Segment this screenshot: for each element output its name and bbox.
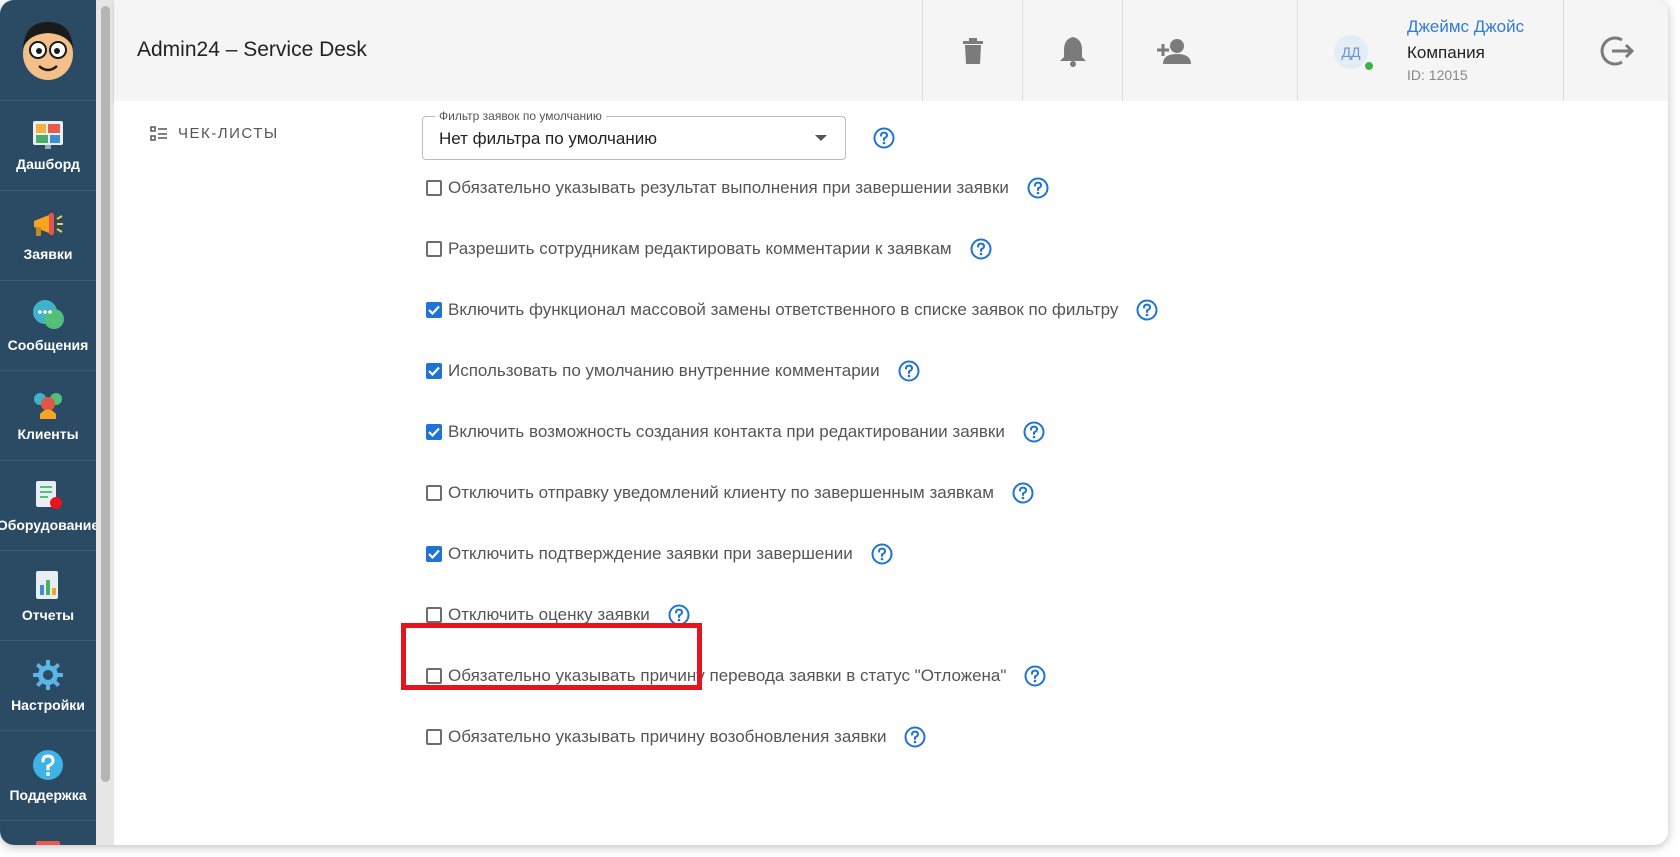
sidebar-item-dashboard[interactable]: Дашборд	[0, 101, 96, 191]
notifications-button[interactable]	[1022, 0, 1123, 101]
help-icon[interactable]	[1024, 665, 1046, 687]
option-label[interactable]: Отключить оценку заявки	[448, 605, 650, 625]
user-company: Компания	[1407, 43, 1485, 62]
option-label[interactable]: Разрешить сотрудникам редактировать комм…	[448, 239, 952, 259]
sidebar-item-label: Оборудование	[0, 516, 100, 533]
sidebar-item-label: Настройки	[11, 696, 85, 713]
sidebar-item-requests[interactable]: Заявки	[0, 191, 96, 281]
delete-button[interactable]	[922, 0, 1023, 101]
avatar-face-logo	[23, 22, 73, 80]
option-label[interactable]: Включить возможность создания контакта п…	[448, 422, 1005, 442]
option-checkbox[interactable]	[426, 302, 442, 318]
sidebar-item-label: Заявки	[23, 245, 73, 262]
add-user-button[interactable]	[1122, 0, 1223, 101]
user-id: ID: 12015	[1407, 67, 1468, 83]
book-icon	[36, 841, 60, 845]
option-row: Разрешить сотрудникам редактировать комм…	[426, 238, 992, 260]
help-icon[interactable]	[1027, 177, 1049, 199]
settings-content: ЧЕК-ЛИСТЫ Фильтр заявок по умолчанию Нет…	[114, 101, 1668, 845]
checklist-icon	[150, 125, 167, 141]
clients-icon	[34, 392, 62, 419]
option-row: Включить возможность создания контакта п…	[426, 421, 1045, 443]
equipment-icon	[36, 480, 62, 509]
report-icon	[36, 570, 58, 599]
option-checkbox[interactable]	[426, 241, 442, 257]
option-checkbox[interactable]	[426, 485, 442, 501]
help-icon[interactable]	[1012, 482, 1034, 504]
option-row: Обязательно указывать причину возобновле…	[426, 726, 926, 748]
top-header: Admin24 – Service Desk ДД Джеймс Джойс К…	[114, 0, 1668, 102]
option-row: Обязательно указывать результат выполнен…	[426, 177, 1049, 199]
scrollbar-thumb[interactable]	[101, 6, 110, 782]
sidebar-item-label: Дашборд	[16, 155, 80, 172]
option-label[interactable]: Использовать по умолчанию внутренние ком…	[448, 361, 880, 381]
sidebar-item-label: Отчеты	[21, 606, 75, 623]
help-icon[interactable]	[970, 238, 992, 260]
option-row: Включить функционал массовой замены отве…	[426, 299, 1158, 321]
sidebar-item-partial	[0, 821, 96, 845]
option-label[interactable]: Обязательно указывать результат выполнен…	[448, 178, 1009, 198]
logout-icon	[1600, 36, 1634, 65]
section-label: ЧЕК-ЛИСТЫ	[178, 125, 279, 142]
sidebar-item-messages[interactable]: Сообщения	[0, 281, 96, 371]
option-label[interactable]: Отключить отправку уведомлений клиенту п…	[448, 483, 994, 503]
help-icon[interactable]	[898, 360, 920, 382]
option-checkbox[interactable]	[426, 546, 442, 562]
avatar-initials: ДД	[1341, 44, 1361, 60]
sidebar-scrollbar[interactable]	[96, 0, 114, 845]
option-checkbox[interactable]	[426, 607, 442, 623]
online-status-dot	[1363, 60, 1375, 72]
select-legend: Фильтр заявок по умолчанию	[435, 109, 606, 123]
gear-icon	[33, 659, 63, 690]
sidebar-item-reports[interactable]: Отчеты	[0, 551, 96, 641]
bell-icon	[1060, 36, 1086, 67]
option-label[interactable]: Обязательно указывать причину возобновле…	[448, 727, 886, 747]
sidebar-item-label: Сообщения	[7, 336, 89, 353]
sidebar-item-label: Клиенты	[17, 425, 79, 442]
logo[interactable]	[0, 0, 96, 101]
help-icon[interactable]	[1023, 421, 1045, 443]
option-checkbox[interactable]	[426, 729, 442, 745]
trash-icon	[963, 37, 983, 64]
question-icon	[33, 749, 63, 780]
user-name-link[interactable]: Джеймс Джойс	[1407, 17, 1524, 37]
app-title: Admin24 – Service Desk	[137, 38, 367, 61]
help-icon[interactable]	[1136, 299, 1158, 321]
chevron-down-icon	[815, 135, 827, 141]
sidebar-item-clients[interactable]: Клиенты	[0, 371, 96, 461]
option-checkbox[interactable]	[426, 363, 442, 379]
option-row: Использовать по умолчанию внутренние ком…	[426, 360, 920, 382]
sidebar: Дашборд Заявки Сообщения Клиенты Оборудо…	[0, 0, 100, 845]
option-checkbox[interactable]	[426, 180, 442, 196]
option-label[interactable]: Отключить подтверждение заявки при завер…	[448, 544, 853, 564]
option-row: Отключить подтверждение заявки при завер…	[426, 543, 893, 565]
chat-icon	[33, 299, 64, 329]
user-profile[interactable]: ДД Джеймс Джойс Компания ID: 12015	[1297, 0, 1564, 101]
help-icon[interactable]	[871, 543, 893, 565]
dashboard-icon	[33, 120, 63, 149]
sidebar-item-label: Поддержка	[9, 786, 87, 803]
logout-button[interactable]	[1563, 0, 1668, 101]
sidebar-item-equipment[interactable]: Оборудование	[0, 461, 100, 551]
checklists-section-link[interactable]: ЧЕК-ЛИСТЫ	[150, 125, 279, 142]
select-value: Нет фильтра по умолчанию	[439, 129, 657, 148]
sidebar-item-settings[interactable]: Настройки	[0, 641, 96, 731]
sidebar-item-support[interactable]: Поддержка	[0, 731, 96, 821]
app-window: Дашборд Заявки Сообщения Клиенты Оборудо…	[0, 0, 1668, 845]
add-user-icon	[1157, 38, 1191, 64]
option-checkbox[interactable]	[426, 424, 442, 440]
option-label[interactable]: Включить функционал массовой замены отве…	[448, 300, 1118, 320]
help-icon[interactable]	[873, 127, 895, 149]
megaphone-icon	[34, 212, 63, 236]
default-filter-select[interactable]: Фильтр заявок по умолчанию Нет фильтра п…	[422, 109, 846, 160]
option-row: Отключить отправку уведомлений клиенту п…	[426, 482, 1034, 504]
help-icon[interactable]	[904, 726, 926, 748]
highlight-frame	[401, 623, 702, 690]
